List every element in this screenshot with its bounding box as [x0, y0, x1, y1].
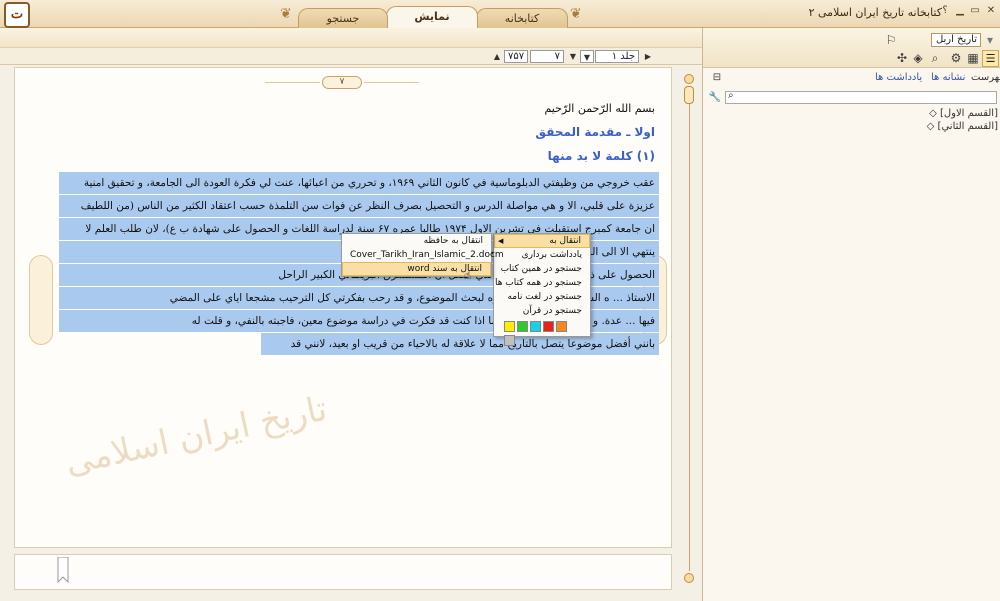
page-navigation: ▲ ۷۵۷ ۷ ▼ ▼ جلد ۱ ▶ [0, 48, 702, 65]
menu-item-go-to[interactable]: انتقال به ◀ [494, 234, 590, 248]
watermark-logo: تاریخ ایران اسلامی [61, 388, 331, 484]
help-icon[interactable]: ؟ [938, 4, 952, 18]
menu-item-copy-to-clipboard[interactable]: انتقال به حافظه [342, 234, 491, 248]
menu-item-search-quran[interactable]: جستجو در قرآن [494, 304, 590, 318]
scroll-thumb[interactable] [684, 86, 694, 104]
book-select[interactable]: تاریخ اربل [931, 33, 981, 47]
highlight-color-palette [494, 318, 590, 346]
shrink-icon[interactable]: ✣ [894, 50, 910, 66]
right-toolbar: ⚐ تاریخ اربل ▾ ✣ ◈ ⌕ ⚙ ▦ ☰ [703, 28, 1000, 68]
minimize-icon[interactable]: ▁ [953, 4, 967, 18]
scroll-up-icon[interactable] [684, 74, 694, 84]
book-icon: ◇ [926, 121, 935, 132]
color-swatch-cyan[interactable] [530, 321, 541, 332]
page-badge: ۷ [322, 76, 362, 89]
color-swatch-orange[interactable] [556, 321, 567, 332]
menu-item-search-this-book[interactable]: جستجو در همین کتاب [494, 262, 590, 276]
tab-view[interactable]: نمایش [386, 6, 478, 29]
right-panel: ⚐ تاریخ اربل ▾ ✣ ◈ ⌕ ⚙ ▦ ☰ ⊟ یادداشت ها … [702, 28, 1000, 601]
panel-toggle-icon[interactable]: ⊟ [709, 70, 725, 86]
panel-tabs: ⊟ یادداشت ها نشانه ها فهرست [703, 70, 1000, 86]
context-menu: انتقال به ◀ یادداشت برداری جستجو در همین… [493, 233, 591, 346]
tree-item[interactable]: [القسم الاول] ◇ [929, 108, 998, 119]
selected-text-line[interactable]: عزيزة على قلبي، الا و هي مواصلة الدرس و … [59, 195, 659, 217]
submenu-arrow-icon: ◀ [498, 237, 504, 245]
search-icon[interactable]: ⌕ [927, 50, 943, 66]
mouse-cursor-icon: ☝ [464, 268, 472, 282]
layers-icon[interactable]: ◈ [910, 50, 926, 66]
grid-icon[interactable]: ▦ [965, 50, 981, 66]
wrench-icon[interactable]: 🔧 [707, 90, 723, 106]
volume-select[interactable]: جلد ۱ [595, 50, 639, 63]
menu-item-take-note[interactable]: یادداشت برداری [494, 248, 590, 262]
selected-text-line[interactable]: عقب خروجي من وظيفتي الدبلوماسية في كانون… [59, 172, 659, 194]
ornament-icon: ❦ [280, 6, 292, 22]
maximize-icon[interactable]: ▭ [968, 4, 982, 18]
scroll-line [689, 95, 690, 571]
color-swatch-yellow[interactable] [504, 321, 515, 332]
tab-index[interactable]: فهرست [971, 72, 1000, 83]
tab-notes[interactable]: یادداشت ها [875, 72, 922, 83]
color-swatch-red[interactable] [543, 321, 554, 332]
menu-item-open-document[interactable]: Cover_Tarikh_Iran_Islamic_2.docm [342, 248, 504, 262]
bookmark-flag-icon[interactable]: ⚐ [883, 32, 899, 48]
divider [364, 82, 419, 83]
book-dropdown-icon[interactable]: ▾ [982, 32, 998, 48]
basmala: بسم الله الرّحمن الرّحيم [544, 102, 655, 115]
tab-bookmarks[interactable]: نشانه ها [931, 72, 965, 83]
left-ornament-icon [29, 255, 53, 345]
next-page-icon[interactable]: ▼ [566, 50, 580, 63]
selected-text-line[interactable]: بانني أفضل موضوعا يتصل بالتاريخ مما لا ع… [261, 333, 659, 355]
tab-library[interactable]: کتابخانه [476, 8, 568, 28]
title-bar: ت کتابخانه تاریخ ایران اسلامی ۲ ✕ ▭ ▁ ؟ … [0, 0, 1000, 29]
bookmark-pane [14, 554, 672, 590]
color-swatch-green[interactable] [517, 321, 528, 332]
list-view-icon[interactable]: ☰ [982, 50, 999, 67]
total-pages-field: ۷۵۷ [504, 50, 528, 63]
heading-foreword: (۱) كلمة لا بد منها [547, 149, 655, 163]
bookmark-ribbon-icon[interactable] [57, 557, 69, 583]
color-swatch-gray[interactable] [504, 335, 515, 346]
divider [265, 82, 320, 83]
page-number-field[interactable]: ۷ [530, 50, 564, 63]
menu-item-search-dictionary[interactable]: جستجو در لغت نامه [494, 290, 590, 304]
gear-icon[interactable]: ⚙ [948, 50, 964, 66]
tab-search[interactable]: جستجو [298, 8, 388, 28]
book-icon: ◇ [929, 108, 937, 119]
tree-item[interactable]: [القسم الثاني] ◇ [927, 121, 998, 132]
search-icon: ⌕ [728, 90, 734, 101]
ornament-icon: ❦ [570, 6, 582, 22]
prev-page-icon[interactable]: ▲ [490, 50, 504, 63]
next-volume-icon[interactable]: ▶ [641, 50, 655, 63]
scroll-down-icon[interactable] [684, 573, 694, 583]
volume-dropdown-icon[interactable]: ▼ [580, 50, 594, 63]
index-search-input[interactable]: ⌕ [725, 90, 997, 104]
view-toolbar [0, 28, 702, 48]
app-title: کتابخانه تاریخ ایران اسلامی ۲ [808, 6, 942, 19]
app-logo: ت [4, 2, 30, 28]
close-icon[interactable]: ✕ [984, 4, 998, 18]
menu-item-search-all-books[interactable]: جستجو در همه کتاب ها [494, 276, 590, 290]
heading-introduction: اولا ـ مقدمة المحقق [535, 125, 655, 139]
